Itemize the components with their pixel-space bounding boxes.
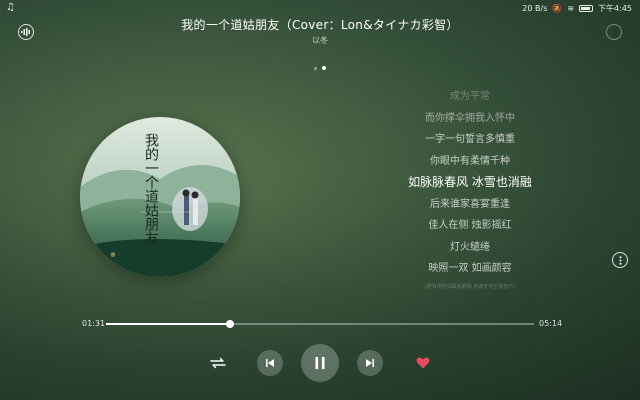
skip-previous-icon[interactable] xyxy=(257,350,283,376)
lyric-line: 映照一双 如画颜容 xyxy=(428,263,512,274)
battery-icon xyxy=(579,5,594,12)
skip-next-icon[interactable] xyxy=(357,350,383,376)
album-art-image: ※ 以冬 xyxy=(80,117,240,277)
repeat-icon[interactable] xyxy=(208,354,228,372)
pause-glyph xyxy=(315,357,325,369)
wifi-icon: ≋ xyxy=(567,4,575,13)
current-time: 01:31 xyxy=(82,319,106,328)
clock: 下午4:45 xyxy=(598,4,632,13)
heart-glyph xyxy=(416,357,430,369)
repeat-glyph xyxy=(210,357,226,369)
lyric-line: (若有侵权请联系删除 感谢支持正版音乐) xyxy=(424,283,516,290)
status-bar: ♫ 20 B/s 🔕 ≋ 下午4:45 xyxy=(0,0,640,16)
lyric-line: 你眼中有柔情千种 xyxy=(430,155,510,167)
song-artist[interactable]: 以冬 xyxy=(0,35,640,46)
lyric-line-current: 如脉脉春风 冰雪也消融 xyxy=(408,175,532,189)
more-dots-glyph xyxy=(619,255,621,265)
progress-bar[interactable] xyxy=(106,320,534,328)
album-art-title: 我的一个道姑朋友 xyxy=(143,133,159,245)
progress-fill xyxy=(106,323,231,325)
lyric-line: 而你撑伞拥我入怀中 xyxy=(425,112,515,124)
pause-icon[interactable] xyxy=(301,344,339,382)
lyric-line: 成为平常 xyxy=(450,91,490,102)
page-dot-active[interactable] xyxy=(322,66,326,70)
lyrics-panel[interactable]: 成为平常 而你撑伞拥我入怀中 一字一句誓言多慎重 你眼中有柔情千种 如脉脉春风 … xyxy=(380,86,560,294)
prev-glyph xyxy=(266,359,274,367)
lyric-line: 佳人在侧 烛影摇红 xyxy=(428,220,512,231)
page-indicator xyxy=(314,66,326,70)
song-title: 我的一个道姑朋友（Cover：Lon&タイナカ彩智） xyxy=(181,18,459,32)
album-art-text: ※ xyxy=(110,251,116,259)
album-art[interactable]: ※ 以冬 我的一个道姑朋友 xyxy=(80,117,240,277)
playback-controls xyxy=(0,344,640,382)
heart-icon[interactable] xyxy=(413,354,433,372)
more-options-icon[interactable] xyxy=(612,252,628,268)
music-note-icon: ♫ xyxy=(6,2,15,13)
page-dot[interactable] xyxy=(314,66,317,70)
total-time: 05:14 xyxy=(539,319,563,328)
lyric-line: 一字一句誓言多慎重 xyxy=(425,134,515,145)
network-speed: 20 B/s xyxy=(522,4,548,13)
lyric-line: 灯火缱绻 xyxy=(450,241,490,253)
lyric-line: 后来谁家喜宴重逢 xyxy=(430,198,510,210)
status-right: 20 B/s 🔕 ≋ 下午4:45 xyxy=(522,3,632,14)
next-glyph xyxy=(366,359,374,367)
mute-icon: 🔕 xyxy=(552,4,563,13)
